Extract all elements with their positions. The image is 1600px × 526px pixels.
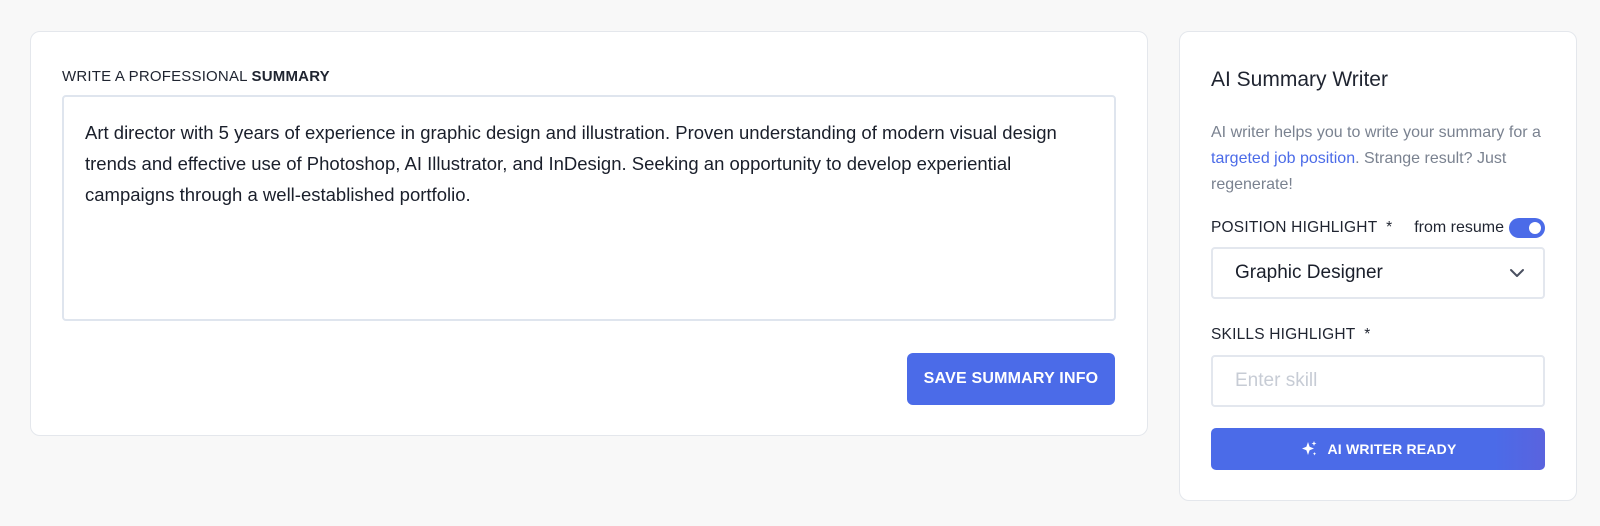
skills-highlight-label: SKILLS HIGHLIGHT * [1211, 326, 1371, 343]
position-select-value: Graphic Designer [1235, 262, 1383, 283]
save-summary-button[interactable]: SAVE SUMMARY INFO [907, 353, 1115, 405]
targeted-job-position-link[interactable]: targeted job position [1211, 150, 1355, 167]
from-resume-toggle[interactable] [1509, 218, 1545, 238]
summary-card: WRITE A PROFESSIONAL SUMMARY Art directo… [30, 31, 1148, 436]
ai-writer-ready-button[interactable]: AI WRITER READY [1211, 428, 1545, 470]
toggle-knob [1529, 222, 1541, 234]
summary-heading-prefix: WRITE A PROFESSIONAL [62, 68, 252, 85]
ai-writer-button-label: AI WRITER READY [1327, 441, 1457, 457]
skill-input[interactable] [1211, 355, 1545, 407]
from-resume-label: from resume [1414, 219, 1504, 236]
chevron-down-icon [1510, 269, 1524, 277]
ai-writer-title: AI Summary Writer [1211, 68, 1388, 91]
ai-desc-text-before: AI writer helps you to write your summar… [1211, 124, 1541, 141]
summary-heading-bold: SUMMARY [251, 68, 330, 85]
ai-writer-card: AI Summary Writer AI writer helps you to… [1179, 31, 1577, 501]
sparkle-icon [1301, 441, 1316, 456]
summary-textarea[interactable]: Art director with 5 years of experience … [62, 95, 1116, 321]
position-select[interactable]: Graphic Designer [1211, 247, 1545, 299]
position-highlight-label: POSITION HIGHLIGHT * [1211, 219, 1393, 236]
summary-heading: WRITE A PROFESSIONAL SUMMARY [62, 68, 330, 85]
ai-writer-description: AI writer helps you to write your summar… [1211, 120, 1551, 198]
